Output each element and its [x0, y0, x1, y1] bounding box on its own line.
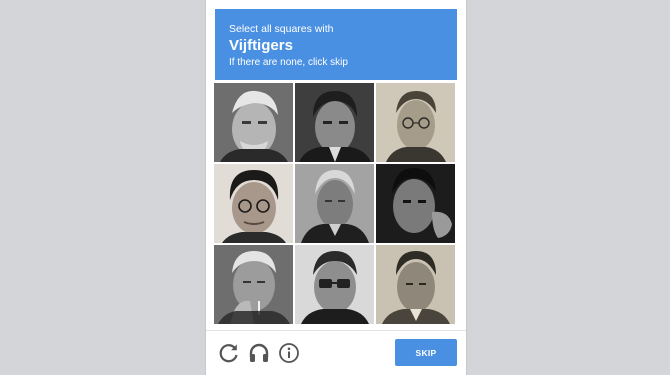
- portrait-image: [376, 245, 455, 324]
- portrait-image: [376, 164, 455, 243]
- portrait-image: [214, 83, 293, 162]
- portrait-image: [295, 83, 374, 162]
- info-icon[interactable]: [277, 341, 301, 365]
- grid-tile-5[interactable]: [295, 164, 374, 243]
- grid-tile-6[interactable]: [376, 164, 455, 243]
- captcha-panel: Select all squares with Vijftigers If th…: [205, 0, 467, 375]
- portrait-image: [376, 83, 455, 162]
- grid-tile-3[interactable]: [376, 83, 455, 162]
- portrait-image: [214, 164, 293, 243]
- grid-tile-2[interactable]: [295, 83, 374, 162]
- instruction-text: Select all squares with: [229, 23, 334, 35]
- portrait-image: [295, 164, 374, 243]
- skip-button[interactable]: SKIP: [395, 339, 457, 366]
- headphones-icon[interactable]: [247, 341, 271, 365]
- portrait-image: [295, 245, 374, 324]
- footer-divider: [206, 330, 466, 331]
- challenge-keyword: Vijftigers: [229, 37, 293, 54]
- hint-text: If there are none, click skip: [229, 57, 348, 68]
- portrait-image: [214, 245, 293, 324]
- grid-tile-9[interactable]: [376, 245, 455, 324]
- challenge-header: Select all squares with Vijftigers If th…: [215, 9, 457, 80]
- grid-tile-7[interactable]: [214, 245, 293, 324]
- grid-tile-4[interactable]: [214, 164, 293, 243]
- reload-icon[interactable]: [217, 341, 241, 365]
- image-grid: [214, 83, 455, 324]
- grid-tile-8[interactable]: [295, 245, 374, 324]
- grid-tile-1[interactable]: [214, 83, 293, 162]
